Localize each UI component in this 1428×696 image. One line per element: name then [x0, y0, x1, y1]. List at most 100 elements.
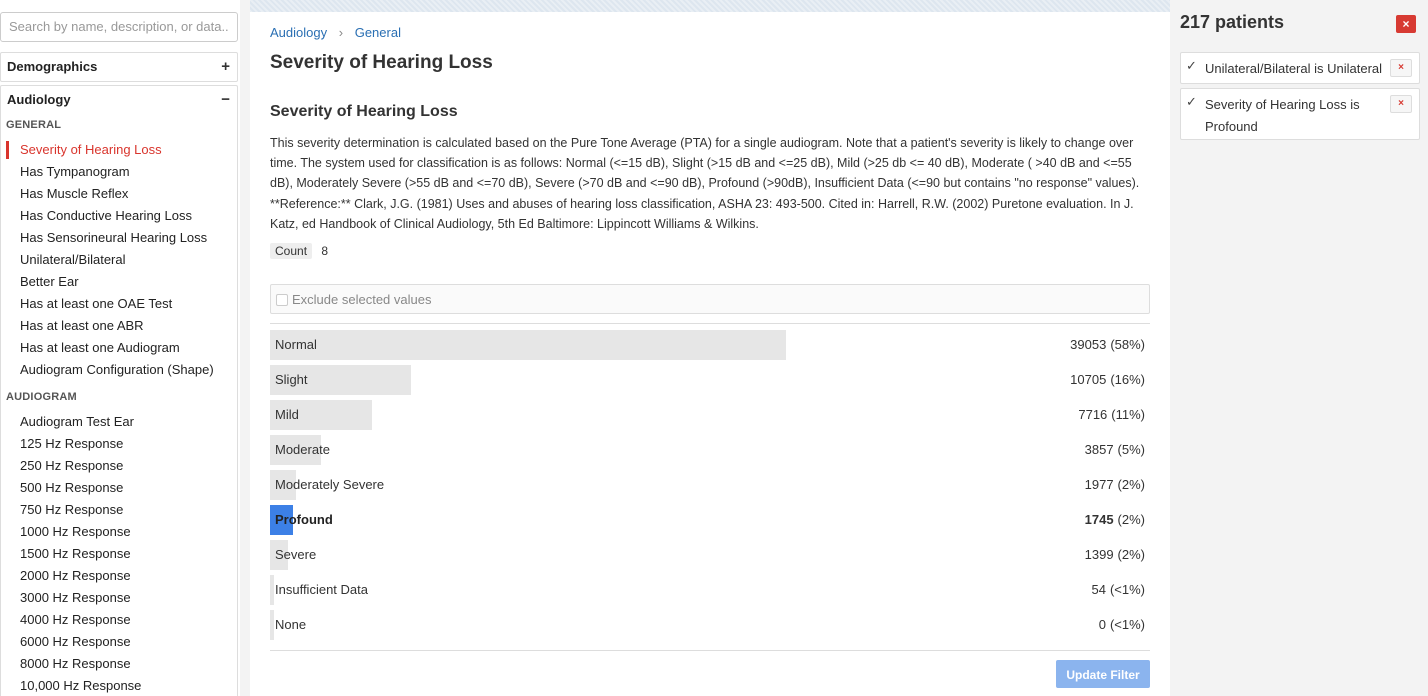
sidebar-section-label: Audiology — [7, 92, 71, 107]
bar-count: 39053 — [1070, 337, 1107, 352]
update-filter-button[interactable]: Update Filter — [1056, 660, 1150, 688]
sidebar-item[interactable]: Better Ear — [20, 274, 79, 290]
bar-percent: (2%) — [1117, 477, 1145, 492]
breadcrumb: Audiology › General — [270, 25, 401, 40]
bar-value: 3857 (5%) — [1085, 442, 1145, 457]
group-label-audiogram: AUDIOGRAM — [6, 391, 77, 403]
bar-value: 0 (<1%) — [1099, 617, 1145, 632]
divider — [270, 323, 1150, 324]
sidebar-item[interactable]: Severity of Hearing Loss — [20, 142, 162, 158]
bar-count: 1399 — [1084, 547, 1114, 562]
sidebar-item[interactable]: Has at least one Audiogram — [20, 340, 180, 356]
bar-percent: (5%) — [1117, 442, 1145, 457]
count-tag: Count 8 — [270, 243, 328, 259]
bar-row[interactable]: Profound 1745 (2%) — [270, 505, 1150, 535]
bar-label: Profound — [275, 512, 333, 527]
sidebar-section-demographics[interactable]: Demographics + — [0, 52, 238, 82]
sidebar-item[interactable]: 10,000 Hz Response — [20, 678, 141, 694]
bar-percent: (2%) — [1117, 547, 1145, 562]
exclude-checkbox[interactable] — [276, 294, 288, 306]
breadcrumb-audiology[interactable]: Audiology — [270, 25, 327, 40]
close-icon[interactable]: × — [1396, 15, 1416, 33]
bar-value: 1977 (2%) — [1085, 477, 1145, 492]
sidebar-item[interactable]: 6000 Hz Response — [20, 634, 131, 650]
check-icon: ✓ — [1186, 58, 1197, 73]
sidebar-item[interactable]: 8000 Hz Response — [20, 656, 131, 672]
section-title: Severity of Hearing Loss — [270, 103, 458, 120]
bar-count: 10705 — [1070, 372, 1107, 387]
sidebar: Search by name, description, or data.. D… — [0, 0, 240, 696]
bar-fill — [270, 330, 786, 360]
filter-card[interactable]: ✓ Severity of Hearing Loss is Profound × — [1180, 88, 1420, 140]
bar-count: 1745 — [1084, 512, 1114, 527]
bar-value: 7716 (11%) — [1078, 407, 1145, 422]
sidebar-item[interactable]: 2000 Hz Response — [20, 568, 131, 584]
chevron-right-icon: › — [338, 25, 344, 40]
bar-percent: (11%) — [1111, 407, 1145, 422]
bar-count: 7716 — [1078, 407, 1108, 422]
sidebar-item[interactable]: 3000 Hz Response — [20, 590, 131, 606]
sidebar-item[interactable]: Has at least one OAE Test — [20, 296, 172, 312]
bar-row[interactable]: Moderately Severe 1977 (2%) — [270, 470, 1150, 500]
bar-value: 1399 (2%) — [1085, 547, 1145, 562]
sidebar-item[interactable]: Audiogram Configuration (Shape) — [20, 362, 214, 378]
bar-value: 54 (<1%) — [1091, 582, 1145, 597]
bar-percent: (<1%) — [1109, 582, 1145, 597]
bar-label: Normal — [275, 337, 317, 352]
bar-percent: (16%) — [1110, 372, 1145, 387]
bar-row[interactable]: Slight 10705 (16%) — [270, 365, 1150, 395]
exclude-label: Exclude selected values — [292, 292, 432, 307]
sidebar-item[interactable]: 1500 Hz Response — [20, 546, 131, 562]
bar-count: 1977 — [1084, 477, 1114, 492]
bar-row[interactable]: Severe 1399 (2%) — [270, 540, 1150, 570]
sidebar-item[interactable]: Has Tympanogram — [20, 164, 130, 180]
bar-percent: (<1%) — [1109, 617, 1145, 632]
breadcrumb-general[interactable]: General — [355, 25, 401, 40]
patient-count-title: 217 patients — [1180, 12, 1285, 32]
bar-label: Mild — [275, 407, 299, 422]
bar-row[interactable]: Mild 7716 (11%) — [270, 400, 1150, 430]
remove-filter-icon[interactable]: × — [1390, 59, 1412, 77]
exclude-selected-toggle[interactable]: Exclude selected values — [270, 284, 1150, 314]
main-content: Audiology › General Severity of Hearing … — [250, 0, 1170, 696]
bar-row[interactable]: None 0 (<1%) — [270, 610, 1150, 640]
remove-filter-icon[interactable]: × — [1390, 95, 1412, 113]
bar-percent: (58%) — [1110, 337, 1145, 352]
sidebar-item[interactable]: 125 Hz Response — [20, 436, 123, 452]
sidebar-item[interactable]: Has Sensorineural Hearing Loss — [20, 230, 207, 246]
sidebar-item[interactable]: Has Muscle Reflex — [20, 186, 128, 202]
search-input[interactable]: Search by name, description, or data.. — [0, 12, 238, 42]
bar-label: Moderate — [275, 442, 330, 457]
bar-row[interactable]: Moderate 3857 (5%) — [270, 435, 1150, 465]
sidebar-section-label: Demographics — [7, 59, 98, 74]
sidebar-item[interactable]: 1000 Hz Response — [20, 524, 131, 540]
filter-text: Severity of Hearing Loss is Profound — [1205, 97, 1360, 134]
sidebar-item[interactable]: 750 Hz Response — [20, 502, 123, 518]
bar-percent: (2%) — [1117, 512, 1145, 527]
count-label: Count — [270, 243, 313, 259]
sidebar-item[interactable]: 4000 Hz Response — [20, 612, 131, 628]
bar-fill — [270, 575, 274, 605]
sidebar-item[interactable]: Has Conductive Hearing Loss — [20, 208, 192, 224]
bar-row[interactable]: Insufficient Data 54 (<1%) — [270, 575, 1150, 605]
page-title: Severity of Hearing Loss — [270, 52, 493, 73]
sidebar-item[interactable]: 500 Hz Response — [20, 480, 123, 496]
bar-count: 3857 — [1084, 442, 1114, 457]
check-icon: ✓ — [1186, 94, 1197, 109]
filter-text: Unilateral/Bilateral is Unilateral — [1205, 61, 1383, 76]
sidebar-item[interactable]: 250 Hz Response — [20, 458, 123, 474]
group-label-general: GENERAL — [6, 119, 62, 131]
sidebar-item[interactable]: Audiogram Test Ear — [20, 414, 134, 430]
expand-icon[interactable]: + — [221, 53, 230, 81]
sidebar-item[interactable]: Unilateral/Bilateral — [20, 252, 126, 268]
filter-card[interactable]: ✓ Unilateral/Bilateral is Unilateral × — [1180, 52, 1420, 84]
bar-label: Severe — [275, 547, 317, 562]
bar-row[interactable]: Normal 39053 (58%) — [270, 330, 1150, 360]
bar-label: Insufficient Data — [275, 582, 368, 597]
filter-panel: 217 patients × ✓ Unilateral/Bilateral is… — [1172, 0, 1428, 696]
bar-value: 1745 (2%) — [1085, 512, 1145, 527]
sidebar-item[interactable]: Has at least one ABR — [20, 318, 144, 334]
collapse-icon[interactable]: − — [221, 86, 230, 114]
bar-count: 54 — [1091, 582, 1106, 597]
bar-count: 0 — [1098, 617, 1106, 632]
